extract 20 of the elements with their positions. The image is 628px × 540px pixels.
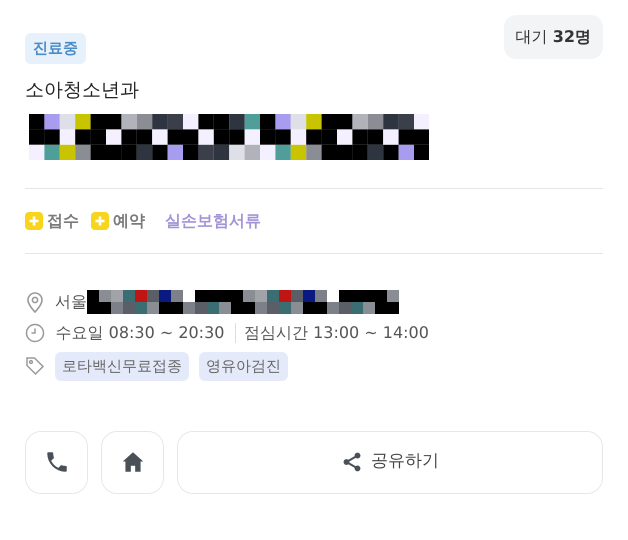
home-button[interactable] xyxy=(101,430,164,494)
share-icon xyxy=(341,451,363,474)
plus-icon xyxy=(25,212,43,230)
waiting-count: 대기 32명 xyxy=(504,15,603,59)
share-button[interactable]: 공유하기 xyxy=(177,430,603,494)
clock-icon xyxy=(25,323,45,344)
opening-hours: 수요일 08:30 ~ 20:30 xyxy=(55,322,225,344)
department-title: 소아청소년과 xyxy=(25,78,140,102)
status-badge: 진료중 xyxy=(25,33,86,64)
action-link[interactable]: 예약 xyxy=(91,209,145,234)
tag-chip: 로타백신무료접종 xyxy=(55,352,189,381)
tag-chip: 영유아검진 xyxy=(199,352,288,381)
lunch-hours: 점심시간 13:00 ~ 14:00 xyxy=(244,322,429,344)
phone-button[interactable] xyxy=(25,430,88,494)
address-text: 서울 xyxy=(55,291,87,314)
tag-icon xyxy=(25,356,45,376)
action-link[interactable]: 접수 xyxy=(25,209,79,234)
location-pin-icon xyxy=(25,291,45,314)
insurance-link[interactable]: 실손보험서류 xyxy=(165,209,261,234)
plus-icon xyxy=(91,212,109,230)
